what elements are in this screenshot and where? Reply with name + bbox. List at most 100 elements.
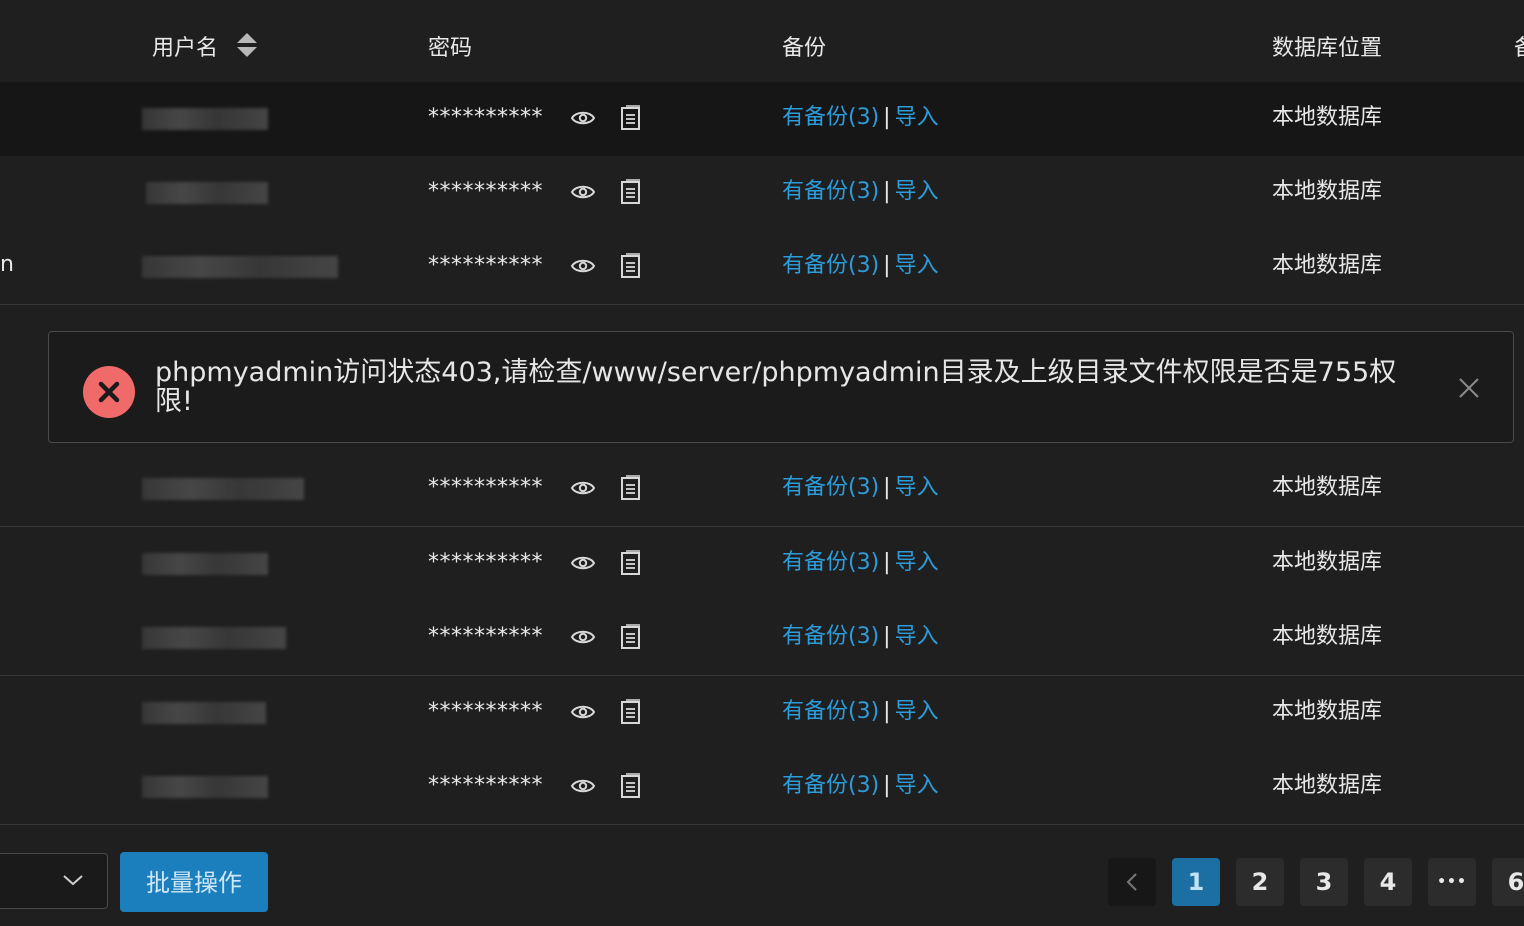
db-location: 本地数据库 bbox=[1272, 179, 1383, 204]
db-location: 本地数据库 bbox=[1272, 253, 1383, 278]
backup-cell: 有备份(3) | 导入 bbox=[782, 252, 939, 280]
import-link[interactable]: 导入 bbox=[895, 105, 939, 130]
username-redacted bbox=[142, 776, 268, 798]
separator: | bbox=[883, 624, 891, 649]
eye-icon[interactable] bbox=[570, 477, 596, 499]
column-password: 密码 bbox=[428, 36, 473, 61]
backup-link[interactable]: 有备份(3) bbox=[782, 624, 879, 649]
table-row[interactable]: ********** 有备份(3) | 导入 本地数据库 bbox=[0, 156, 1524, 231]
separator: | bbox=[883, 253, 891, 278]
prev-page-button[interactable] bbox=[1108, 858, 1156, 906]
table-row[interactable]: n ********** 有备份(3) | 导入 本地数据库 bbox=[0, 230, 1524, 305]
table-row[interactable]: ********** 有备份(3) | 导入 本地数据库 bbox=[0, 750, 1524, 825]
alert-message: phpmyadmin访问状态403,请检查/www/server/phpmyad… bbox=[155, 357, 1397, 417]
table-row[interactable]: ********** 有备份(3) | 导入 本地数据库 bbox=[0, 82, 1524, 157]
password-text: ********** bbox=[428, 624, 543, 649]
backup-cell: 有备份(3) | 导入 bbox=[782, 772, 939, 800]
batch-action-button[interactable]: 批量操作 bbox=[120, 852, 268, 912]
table-header: 用户名 密码 备份 数据库位置 备 bbox=[0, 0, 1524, 83]
import-link[interactable]: 导入 bbox=[895, 773, 939, 798]
close-icon[interactable] bbox=[1457, 376, 1481, 400]
username-redacted bbox=[142, 478, 304, 500]
password-text: ********** bbox=[428, 475, 543, 500]
eye-icon[interactable] bbox=[570, 626, 596, 648]
row-left-text: n bbox=[0, 252, 14, 277]
batch-select[interactable] bbox=[0, 853, 108, 909]
column-db-location: 数据库位置 bbox=[1272, 36, 1383, 61]
copy-icon[interactable] bbox=[620, 252, 642, 280]
db-location: 本地数据库 bbox=[1272, 699, 1383, 724]
backup-cell: 有备份(3) | 导入 bbox=[782, 104, 939, 132]
page-1[interactable]: 1 bbox=[1172, 858, 1220, 906]
password-text: ********** bbox=[428, 699, 543, 724]
backup-cell: 有备份(3) | 导入 bbox=[782, 178, 939, 206]
separator: | bbox=[883, 105, 891, 130]
page-6[interactable]: 6 bbox=[1492, 858, 1524, 906]
eye-icon[interactable] bbox=[570, 107, 596, 129]
db-location: 本地数据库 bbox=[1272, 105, 1383, 130]
backup-cell: 有备份(3) | 导入 bbox=[782, 474, 939, 502]
eye-icon[interactable] bbox=[570, 701, 596, 723]
table-row[interactable]: ********** 有备份(3) | 导入 本地数据库 bbox=[0, 601, 1524, 676]
password-text: ********** bbox=[428, 179, 543, 204]
backup-cell: 有备份(3) | 导入 bbox=[782, 549, 939, 577]
separator: | bbox=[883, 699, 891, 724]
username-redacted bbox=[142, 553, 268, 575]
separator: | bbox=[883, 773, 891, 798]
backup-link[interactable]: 有备份(3) bbox=[782, 105, 879, 130]
backup-link[interactable]: 有备份(3) bbox=[782, 773, 879, 798]
db-location: 本地数据库 bbox=[1272, 475, 1383, 500]
table-row[interactable]: ********** 有备份(3) | 导入 本地数据库 bbox=[0, 527, 1524, 602]
eye-icon[interactable] bbox=[570, 181, 596, 203]
backup-cell: 有备份(3) | 导入 bbox=[782, 623, 939, 651]
import-link[interactable]: 导入 bbox=[895, 550, 939, 575]
page-3[interactable]: 3 bbox=[1300, 858, 1348, 906]
page-2[interactable]: 2 bbox=[1236, 858, 1284, 906]
backup-link[interactable]: 有备份(3) bbox=[782, 699, 879, 724]
error-alert: phpmyadmin访问状态403,请检查/www/server/phpmyad… bbox=[48, 331, 1514, 443]
column-backup: 备份 bbox=[782, 36, 827, 61]
sort-icon[interactable] bbox=[236, 31, 258, 59]
chevron-left-icon bbox=[1126, 873, 1137, 891]
password-text: ********** bbox=[428, 773, 543, 798]
eye-icon[interactable] bbox=[570, 255, 596, 277]
import-link[interactable]: 导入 bbox=[895, 253, 939, 278]
db-location: 本地数据库 bbox=[1272, 773, 1383, 798]
backup-link[interactable]: 有备份(3) bbox=[782, 475, 879, 500]
column-username[interactable]: 用户名 bbox=[152, 30, 218, 62]
password-text: ********** bbox=[428, 253, 543, 278]
copy-icon[interactable] bbox=[620, 474, 642, 502]
copy-icon[interactable] bbox=[620, 549, 642, 577]
backup-cell: 有备份(3) | 导入 bbox=[782, 698, 939, 726]
password-text: ********** bbox=[428, 105, 543, 130]
import-link[interactable]: 导入 bbox=[895, 624, 939, 649]
backup-link[interactable]: 有备份(3) bbox=[782, 550, 879, 575]
backup-link[interactable]: 有备份(3) bbox=[782, 253, 879, 278]
table-row[interactable]: ********** 有备份(3) | 导入 本地数据库 bbox=[0, 452, 1524, 527]
eye-icon[interactable] bbox=[570, 552, 596, 574]
page-ellipsis[interactable]: ••• bbox=[1428, 858, 1476, 906]
copy-icon[interactable] bbox=[620, 772, 642, 800]
import-link[interactable]: 导入 bbox=[895, 699, 939, 724]
username-redacted bbox=[146, 182, 268, 204]
backup-link[interactable]: 有备份(3) bbox=[782, 179, 879, 204]
copy-icon[interactable] bbox=[620, 178, 642, 206]
table-footer: 批量操作 1 2 3 4 ••• 6 bbox=[0, 826, 1524, 926]
username-redacted bbox=[142, 702, 266, 724]
column-extra: 备 bbox=[1514, 30, 1524, 62]
copy-icon[interactable] bbox=[620, 623, 642, 651]
separator: | bbox=[883, 179, 891, 204]
copy-icon[interactable] bbox=[620, 698, 642, 726]
import-link[interactable]: 导入 bbox=[895, 475, 939, 500]
username-redacted bbox=[142, 108, 268, 130]
password-text: ********** bbox=[428, 550, 543, 575]
separator: | bbox=[883, 550, 891, 575]
db-location: 本地数据库 bbox=[1272, 550, 1383, 575]
table-row[interactable]: ********** 有备份(3) | 导入 本地数据库 bbox=[0, 676, 1524, 751]
db-location: 本地数据库 bbox=[1272, 624, 1383, 649]
copy-icon[interactable] bbox=[620, 104, 642, 132]
separator: | bbox=[883, 475, 891, 500]
eye-icon[interactable] bbox=[570, 775, 596, 797]
import-link[interactable]: 导入 bbox=[895, 179, 939, 204]
page-4[interactable]: 4 bbox=[1364, 858, 1412, 906]
